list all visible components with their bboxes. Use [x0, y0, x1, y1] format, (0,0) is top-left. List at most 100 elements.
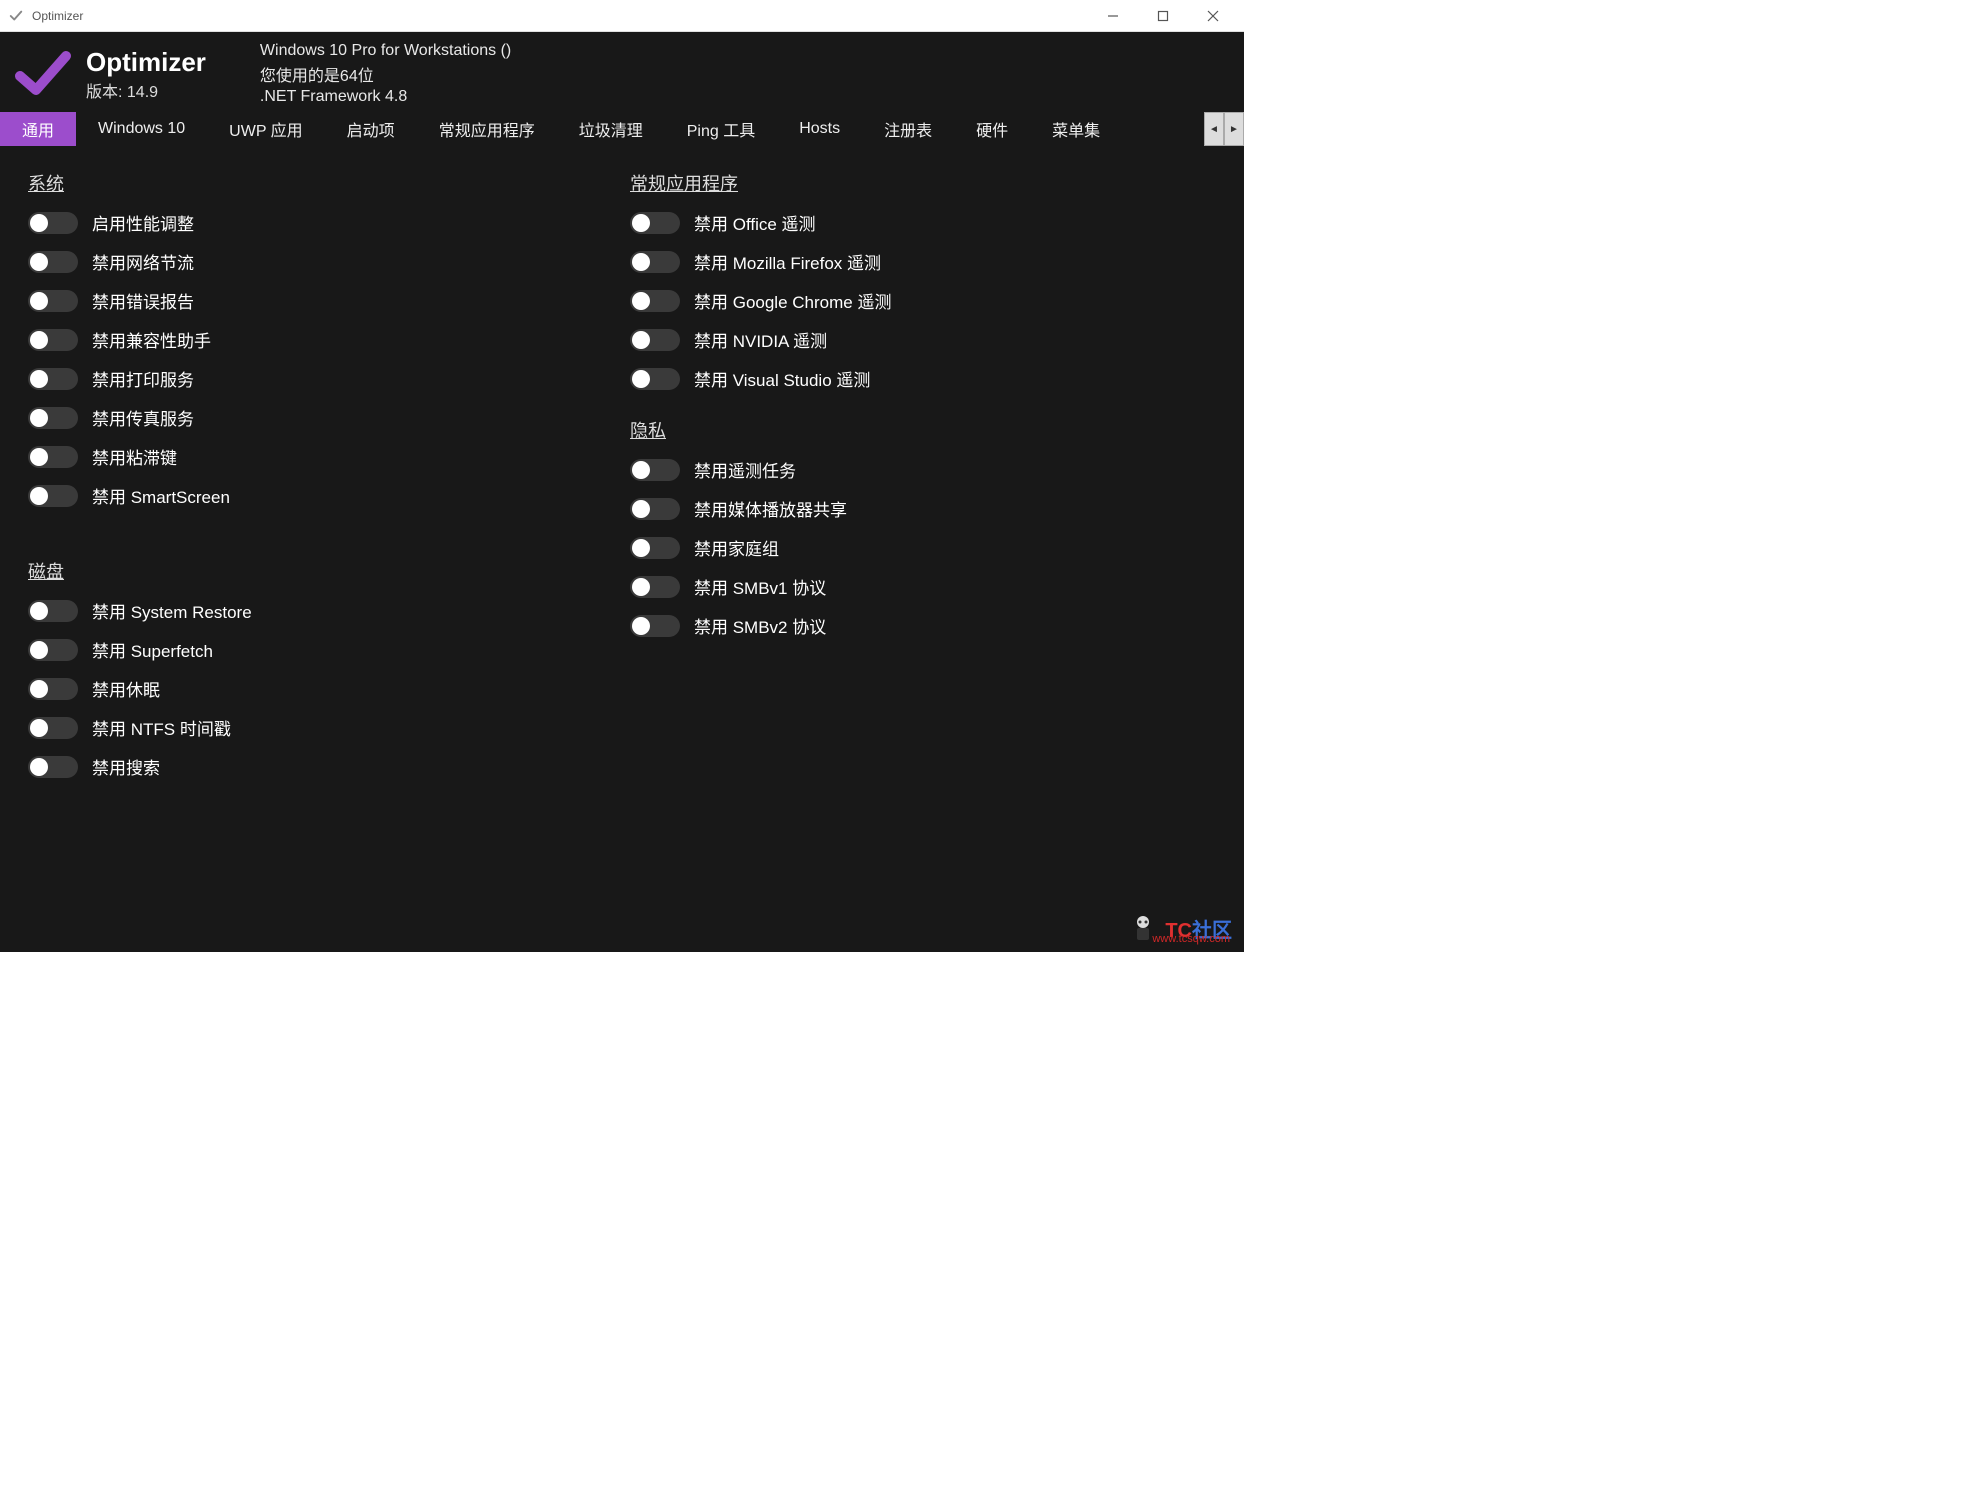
tab-9[interactable]: 硬件: [954, 112, 1030, 146]
toggle-knob: [632, 253, 650, 271]
disk-toggle-0[interactable]: [28, 600, 78, 622]
tab-7[interactable]: Hosts: [777, 112, 862, 146]
disk-label-1: 禁用 Superfetch: [92, 637, 213, 662]
disk-label-0: 禁用 System Restore: [92, 598, 252, 623]
privacy-row-4: 禁用 SMBv2 协议: [630, 613, 1216, 638]
system-row-1: 禁用网络节流: [28, 249, 614, 274]
system-row-0: 启用性能调整: [28, 210, 614, 235]
toggle-knob: [30, 487, 48, 505]
disk-toggle-4[interactable]: [28, 756, 78, 778]
window-title: Optimizer: [32, 9, 1098, 23]
toggle-knob: [30, 370, 48, 388]
tab-bar: 通用Windows 10UWP 应用启动项常规应用程序垃圾清理Ping 工具Ho…: [0, 112, 1244, 146]
system-row-5: 禁用传真服务: [28, 405, 614, 430]
system-toggle-5[interactable]: [28, 407, 78, 429]
toggle-knob: [632, 461, 650, 479]
disk-label-4: 禁用搜索: [92, 754, 160, 779]
tab-0[interactable]: 通用: [0, 112, 76, 146]
system-toggle-2[interactable]: [28, 290, 78, 312]
section-system-title: 系统: [28, 170, 614, 196]
privacy-toggle-2[interactable]: [630, 537, 680, 559]
system-row-7: 禁用 SmartScreen: [28, 483, 614, 508]
left-column: 系统 启用性能调整禁用网络节流禁用错误报告禁用兼容性助手禁用打印服务禁用传真服务…: [28, 164, 614, 934]
logo-icon: [12, 44, 72, 104]
toggle-knob: [30, 719, 48, 737]
header-text: Optimizer 版本: 14.9: [86, 47, 206, 102]
apps-toggle-4[interactable]: [630, 368, 680, 390]
system-toggle-6[interactable]: [28, 446, 78, 468]
minimize-button[interactable]: [1098, 4, 1128, 28]
tab-2[interactable]: UWP 应用: [207, 112, 325, 146]
toggle-knob: [30, 680, 48, 698]
toggle-knob: [632, 617, 650, 635]
privacy-row-0: 禁用遥测任务: [630, 457, 1216, 482]
toggle-knob: [632, 214, 650, 232]
tab-5[interactable]: 垃圾清理: [557, 112, 665, 146]
tab-scroll-arrows: ◄ ►: [1204, 112, 1244, 146]
system-label-5: 禁用传真服务: [92, 405, 194, 430]
system-row-3: 禁用兼容性助手: [28, 327, 614, 352]
version-label: 版本:: [86, 84, 122, 101]
system-toggle-0[interactable]: [28, 212, 78, 234]
arch-line: 您使用的是64位: [260, 62, 511, 86]
system-toggle-3[interactable]: [28, 329, 78, 351]
tab-scroll-left[interactable]: ◄: [1204, 112, 1224, 146]
toggle-knob: [30, 602, 48, 620]
maximize-button[interactable]: [1148, 4, 1178, 28]
disk-toggle-3[interactable]: [28, 717, 78, 739]
system-label-4: 禁用打印服务: [92, 366, 194, 391]
section-apps-title: 常规应用程序: [630, 170, 1216, 196]
apps-toggle-1[interactable]: [630, 251, 680, 273]
watermark-url: www.tcsqw.com: [1152, 933, 1230, 945]
system-toggle-7[interactable]: [28, 485, 78, 507]
titlebar: Optimizer: [0, 0, 1244, 32]
tab-3[interactable]: 启动项: [325, 112, 417, 146]
toggle-knob: [30, 331, 48, 349]
system-toggle-4[interactable]: [28, 368, 78, 390]
disk-row-0: 禁用 System Restore: [28, 598, 614, 623]
close-button[interactable]: [1198, 4, 1228, 28]
privacy-toggle-3[interactable]: [630, 576, 680, 598]
toggle-knob: [30, 292, 48, 310]
version: 版本: 14.9: [86, 78, 206, 102]
system-label-3: 禁用兼容性助手: [92, 327, 211, 352]
tab-1[interactable]: Windows 10: [76, 112, 207, 146]
disk-toggle-1[interactable]: [28, 639, 78, 661]
app-name: Optimizer: [86, 47, 206, 78]
apps-toggle-2[interactable]: [630, 290, 680, 312]
apps-label-0: 禁用 Office 遥测: [694, 210, 816, 235]
tab-6[interactable]: Ping 工具: [665, 112, 777, 146]
tab-10[interactable]: 菜单集: [1030, 112, 1122, 146]
toggle-knob: [30, 448, 48, 466]
apps-row-3: 禁用 NVIDIA 遥测: [630, 327, 1216, 352]
system-label-7: 禁用 SmartScreen: [92, 483, 230, 508]
os-line: Windows 10 Pro for Workstations (): [260, 42, 511, 60]
tab-4[interactable]: 常规应用程序: [417, 112, 557, 146]
system-label-1: 禁用网络节流: [92, 249, 194, 274]
section-privacy-title: 隐私: [630, 417, 1216, 443]
disk-toggle-2[interactable]: [28, 678, 78, 700]
apps-toggle-3[interactable]: [630, 329, 680, 351]
toggle-knob: [632, 500, 650, 518]
system-row-6: 禁用粘滞键: [28, 444, 614, 469]
system-toggle-1[interactable]: [28, 251, 78, 273]
privacy-toggle-1[interactable]: [630, 498, 680, 520]
system-label-0: 启用性能调整: [92, 210, 194, 235]
apps-row-2: 禁用 Google Chrome 遥测: [630, 288, 1216, 313]
tab-8[interactable]: 注册表: [862, 112, 954, 146]
apps-label-1: 禁用 Mozilla Firefox 遥测: [694, 249, 881, 274]
toggle-knob: [30, 758, 48, 776]
net-line: .NET Framework 4.8: [260, 88, 511, 106]
disk-row-1: 禁用 Superfetch: [28, 637, 614, 662]
disk-row-4: 禁用搜索: [28, 754, 614, 779]
apps-toggle-0[interactable]: [630, 212, 680, 234]
privacy-toggle-0[interactable]: [630, 459, 680, 481]
apps-label-2: 禁用 Google Chrome 遥测: [694, 288, 891, 313]
apps-row-1: 禁用 Mozilla Firefox 遥测: [630, 249, 1216, 274]
system-row-4: 禁用打印服务: [28, 366, 614, 391]
tab-scroll-right[interactable]: ►: [1224, 112, 1244, 146]
privacy-label-1: 禁用媒体播放器共享: [694, 496, 847, 521]
app-body: Optimizer 版本: 14.9 Windows 10 Pro for Wo…: [0, 32, 1244, 952]
privacy-toggle-4[interactable]: [630, 615, 680, 637]
app-icon: [8, 8, 24, 24]
